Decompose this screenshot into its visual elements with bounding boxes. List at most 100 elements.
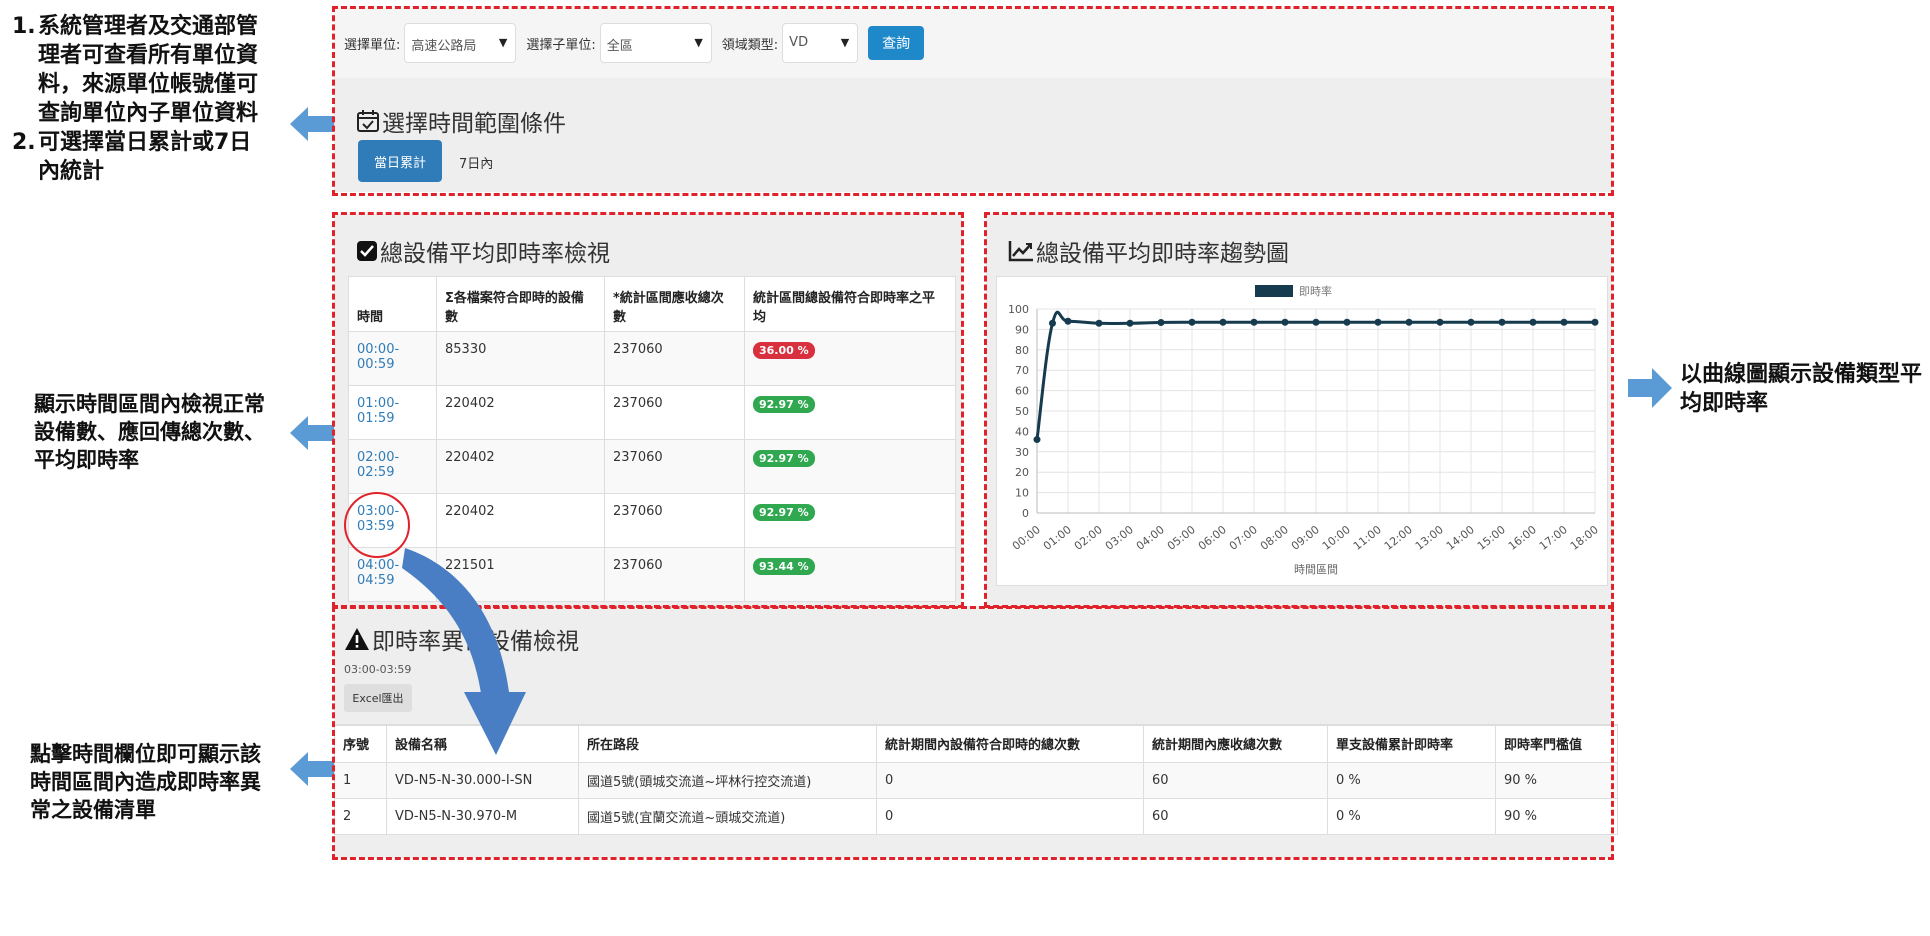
data-point: [1126, 319, 1134, 327]
subunit-label: 選擇子單位:: [526, 37, 596, 53]
seq-cell: 1: [334, 761, 387, 799]
road-section-cell: 國道5號(宜蘭交流道~頭城交流道): [578, 797, 877, 835]
data-point: [1467, 318, 1475, 326]
rate-badge: 92.97 %: [753, 504, 815, 521]
y-tick-label: 80: [1015, 344, 1029, 357]
devices-cell: 220402: [436, 385, 605, 440]
subunit-select[interactable]: 全區 ▼: [599, 23, 712, 63]
time-range-title-row: 選擇時間範圍條件: [356, 104, 566, 138]
rate-badge: 93.44 %: [753, 558, 815, 575]
total-cell: 237060: [604, 439, 745, 494]
time-link[interactable]: 04:00-04:59: [357, 558, 399, 588]
legend-swatch: [1255, 285, 1293, 297]
x-tick-label: 15:00: [1475, 523, 1508, 553]
col-expected-count: 統計期間內應收總次數: [1143, 724, 1328, 763]
filter-bar: 選擇單位: 高速公路局 ▼ 選擇子單位: 全區 ▼ 領域類型: VD ▼ 查詢: [334, 8, 1612, 78]
device-name-cell: VD-N5-N-30.970-M: [386, 797, 579, 835]
trend-title-row: 總設備平均即時率趨勢圖: [1008, 234, 1289, 268]
y-tick-label: 70: [1015, 364, 1029, 377]
note-1-number: 1.: [12, 14, 36, 39]
tab-7days[interactable]: 7日內: [459, 153, 493, 172]
table-row: 1 VD-N5-N-30.000-I-SN 國道5號(頭城交流道~坪林行控交流道) 0…: [334, 761, 1618, 799]
data-point: [1529, 318, 1537, 326]
domain-select[interactable]: VD ▼: [782, 23, 859, 63]
expected-count-cell: 60: [1143, 761, 1328, 799]
x-tick-label: 07:00: [1227, 523, 1260, 553]
data-point: [1405, 318, 1413, 326]
data-point: [1250, 318, 1258, 326]
data-point: [1157, 318, 1165, 326]
y-tick-label: 60: [1015, 385, 1029, 398]
rate-badge: 92.97 %: [753, 396, 815, 413]
data-point: [1064, 317, 1072, 325]
note-summary-table: 顯示時間區間內檢視正常設備數、應回傳總次數、平均即時率: [34, 392, 265, 472]
y-tick-label: 10: [1015, 487, 1029, 500]
calendar-check-icon: [357, 110, 379, 132]
x-tick-label: 12:00: [1382, 523, 1415, 553]
total-cell: 237060: [604, 493, 745, 548]
note-click-time: 點擊時間欄位即可顯示該時間區間內造成即時率異常之設備清單: [30, 742, 261, 822]
y-tick-label: 90: [1015, 323, 1029, 336]
time-cell: 01:00-01:59: [348, 385, 437, 440]
devices-cell: 85330: [436, 331, 605, 386]
rate-cell: 93.44 %: [744, 547, 956, 602]
rate-cell: 92.97 %: [744, 493, 956, 548]
caret-down-icon: ▼: [498, 36, 508, 49]
data-point: [1560, 318, 1568, 326]
y-tick-label: 40: [1015, 425, 1029, 438]
x-tick-label: 18:00: [1568, 523, 1601, 553]
note-trend-chart: 以曲線圖顯示設備類型平均即時率: [1680, 362, 1923, 416]
summary-title-row: 總設備平均即時率檢視: [356, 234, 610, 268]
query-button[interactable]: 查詢: [868, 26, 925, 60]
time-link[interactable]: 00:00-00:59: [357, 342, 399, 372]
unit-select[interactable]: 高速公路局 ▼: [404, 23, 517, 63]
threshold-cell: 90 %: [1495, 797, 1618, 835]
subunit-select-value: 全區: [606, 39, 633, 54]
total-cell: 237060: [604, 385, 745, 440]
on-time-count-cell: 0: [876, 761, 1144, 799]
time-link[interactable]: 02:00-02:59: [357, 450, 399, 480]
threshold-cell: 90 %: [1495, 761, 1618, 799]
time-range-panel: 選擇時間範圍條件 當日累計 7日內: [334, 78, 1612, 192]
time-link[interactable]: 01:00-01:59: [357, 396, 399, 426]
caret-down-icon: ▼: [694, 36, 703, 49]
time-cell: 02:00-02:59: [348, 439, 437, 494]
rate-badge: 36.00 %: [753, 342, 815, 359]
domain-label: 領域類型:: [721, 37, 779, 53]
data-point: [1049, 319, 1056, 327]
col-road-section: 所在路段: [578, 724, 877, 763]
rate-badge: 92.97 %: [753, 450, 815, 467]
x-tick-label: 04:00: [1134, 523, 1167, 553]
warning-icon: [345, 628, 369, 650]
x-tick-label: 06:00: [1196, 523, 1229, 553]
data-point: [1374, 318, 1382, 326]
x-tick-label: 10:00: [1320, 523, 1353, 553]
data-point: [1188, 318, 1196, 326]
trend-title: 總設備平均即時率趨勢圖: [1036, 241, 1289, 267]
trend-chart: 即時率 0 10 20 30 40 50 60 70 80 90 100 00:0001:0002:00…: [1008, 284, 1601, 576]
x-tick-label: 09:00: [1289, 523, 1322, 553]
data-point: [1033, 436, 1041, 444]
rate-cell: 92.97 %: [744, 385, 956, 440]
note-access-scope: 1. 系統管理者及交通部管理者可查看所有單位資料，來源單位帳號僅可查詢單位內子單…: [0, 12, 268, 186]
data-point: [1343, 318, 1351, 326]
table-row: 00:00-00:59 85330 237060 36.00 %: [348, 331, 956, 386]
y-tick-label: 0: [1022, 507, 1029, 520]
col-rate: 統計區間總設備符合即時率之平均: [744, 276, 956, 332]
total-cell: 237060: [604, 331, 745, 386]
col-on-time-count: 統計期間內設備符合即時的總次數: [876, 724, 1144, 763]
x-tick-label: 05:00: [1165, 523, 1198, 553]
device-name-cell: VD-N5-N-30.000-I-SN: [386, 761, 579, 799]
tab-today[interactable]: 當日累計: [358, 140, 442, 182]
rate-cell: 92.97 %: [744, 439, 956, 494]
on-time-count-cell: 0: [876, 797, 1144, 835]
x-tick-label: 17:00: [1537, 523, 1570, 553]
device-rate-cell: 0 %: [1327, 797, 1496, 835]
data-point: [1591, 318, 1599, 326]
time-cell: 00:00-00:59: [348, 331, 437, 386]
x-tick-label: 03:00: [1103, 523, 1136, 553]
trend-chart-box: 即時率 0 10 20 30 40 50 60 70 80 90 100 00:00 01:00 02:00…: [996, 276, 1608, 586]
domain-select-value: VD: [789, 35, 809, 50]
legend-label: 即時率: [1299, 284, 1332, 298]
x-axis-title: 時間區間: [1294, 563, 1338, 576]
